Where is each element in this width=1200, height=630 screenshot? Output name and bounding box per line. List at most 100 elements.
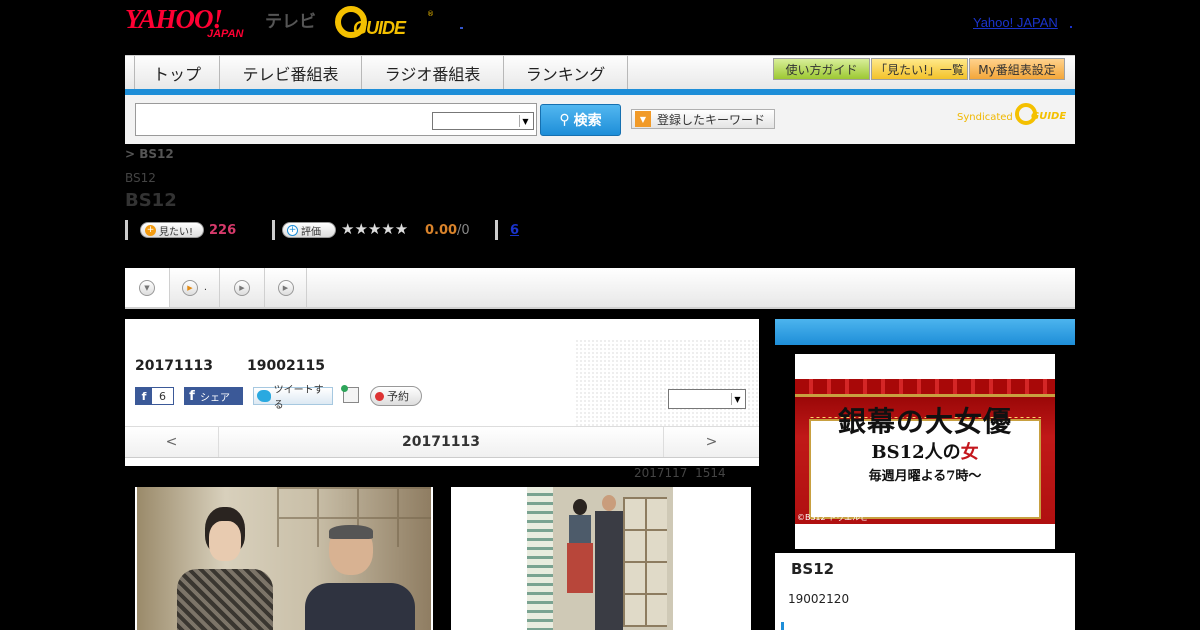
rating-count: /0 bbox=[457, 223, 470, 238]
facebook-icon: f bbox=[136, 388, 152, 404]
nav-tab-tv-listings[interactable]: テレビ番組表 bbox=[220, 56, 362, 90]
rate-button[interactable]: + 評価 bbox=[282, 222, 336, 238]
gguide-logo[interactable]: GUIDE ® bbox=[335, 6, 435, 40]
global-nav: トップ テレビ番組表 ラジオ番組表 ランキング 使い方ガイド 「見たい!」一覧 … bbox=[125, 55, 1075, 93]
registered-mark: ® bbox=[427, 10, 434, 18]
day-navigation: < 20171113 > bbox=[125, 426, 759, 458]
banner-subtitle-b: 女 bbox=[960, 442, 979, 463]
tab-second-label: . bbox=[203, 282, 208, 293]
record-dot-icon bbox=[375, 391, 384, 401]
program-panel: 20171113 19002115 f 6 f シェア ツイートする 予約 ▼ bbox=[125, 319, 759, 466]
saved-keywords-button[interactable]: ▼ 登録したキーワード bbox=[631, 109, 775, 129]
tab-program-info[interactable]: ▼ bbox=[125, 268, 170, 307]
section-tabstrip: ▼ ▶ . ▶ ▶ bbox=[125, 268, 1075, 309]
dropdown-arrow-icon: ▼ bbox=[731, 393, 743, 405]
want-count: 226 bbox=[209, 223, 237, 238]
reserve-button[interactable]: 予約 bbox=[370, 386, 422, 406]
tab-third[interactable]: ▶ bbox=[220, 268, 265, 307]
want-list-button[interactable]: 「見たい!」一覧 bbox=[871, 58, 968, 80]
banner-title: 銀幕の大女優 bbox=[837, 405, 1012, 438]
banner-copyright: ©BS12 トゥエルビ bbox=[797, 513, 869, 522]
search-button[interactable]: ⚲ 検索 bbox=[540, 104, 621, 136]
rate-button-label: 評価 bbox=[301, 226, 321, 238]
twitter-bird-icon bbox=[257, 390, 271, 402]
hair bbox=[329, 525, 373, 539]
yahoo-japan-logo[interactable]: YAHOO! JAPAN bbox=[125, 4, 265, 42]
current-day-label: 20171113 bbox=[402, 434, 480, 450]
breadcrumb[interactable]: > BS12 bbox=[125, 147, 174, 161]
banner-schedule: 毎週月曜よる7時～ bbox=[868, 469, 982, 484]
stat-divider bbox=[495, 220, 498, 240]
reserve-label: 予約 bbox=[387, 390, 409, 403]
plus-icon: + bbox=[287, 224, 298, 236]
syndicated-gguide-logo: GUIDE bbox=[1015, 103, 1067, 127]
chevron-down-icon: ▼ bbox=[139, 279, 155, 296]
suit bbox=[595, 511, 623, 630]
facebook-like-count[interactable]: f 6 bbox=[135, 387, 174, 405]
add-calendar-icon[interactable] bbox=[341, 385, 359, 403]
sidebar-accent-mark bbox=[781, 622, 784, 630]
nav-tab-radio-listings[interactable]: ラジオ番組表 bbox=[362, 56, 504, 90]
guide-button[interactable]: 使い方ガイド bbox=[773, 58, 870, 80]
yahoo-japan-link[interactable]: Yahoo! JAPAN bbox=[973, 15, 1058, 30]
face bbox=[602, 495, 616, 511]
channel-subtitle: BS12 bbox=[125, 171, 156, 185]
tv-logo-label[interactable]: テレビ bbox=[265, 7, 316, 32]
face bbox=[209, 521, 241, 561]
page: YAHOO! JAPAN テレビ GUIDE ® Yahoo! JAPAN トッ… bbox=[125, 0, 1075, 630]
last-updated: 2017117 1514 bbox=[634, 466, 726, 480]
syndicated-label: Syndicated bbox=[957, 112, 1013, 123]
play-icon: ▶ bbox=[181, 279, 198, 296]
program-id: 19002115 bbox=[247, 358, 325, 374]
window bbox=[623, 497, 667, 627]
my-listings-settings-button[interactable]: My番組表設定 bbox=[969, 58, 1065, 80]
next-day-button[interactable]: > bbox=[663, 427, 759, 457]
dropdown-triangle-icon: ▼ bbox=[635, 111, 651, 127]
kimono bbox=[177, 569, 273, 630]
nav-tabs: トップ テレビ番組表 ラジオ番組表 ランキング bbox=[134, 56, 628, 90]
sidebar-title: BS12 bbox=[791, 560, 835, 578]
program-stats: + 見たい! 226 + 評価 ★★★★★ 0.00 /0 6 bbox=[125, 220, 585, 240]
hair bbox=[573, 499, 587, 515]
want-button[interactable]: + 見たい! bbox=[140, 222, 204, 238]
tweet-button[interactable]: ツイートする bbox=[253, 385, 333, 411]
stat-divider bbox=[125, 220, 128, 240]
search-icon: ⚲ bbox=[559, 112, 570, 128]
tab-second[interactable]: ▶ . bbox=[170, 268, 220, 307]
sidebar-program-id: 19002120 bbox=[788, 592, 850, 606]
nav-tab-ranking[interactable]: ランキング bbox=[504, 56, 628, 90]
search-area: ▼ ⚲ 検索 ▼ 登録したキーワード Syndicated GUIDE bbox=[125, 95, 1075, 144]
search-category-select[interactable]: ▼ bbox=[432, 112, 534, 130]
search-button-label: 検索 bbox=[573, 113, 602, 129]
program-select[interactable]: ▼ bbox=[668, 389, 746, 409]
promo-banner[interactable]: 銀幕の大女優 BS12人の女 毎週月曜よる7時～ ©BS12 トゥエルビ bbox=[795, 354, 1055, 549]
program-photo-1[interactable] bbox=[135, 487, 433, 630]
banner-subtitle: BS12人の女 bbox=[795, 438, 1055, 464]
nav-utility-buttons: 使い方ガイド 「見たい!」一覧 My番組表設定 bbox=[773, 58, 1066, 80]
program-photo-2[interactable] bbox=[451, 487, 751, 630]
play-icon: ▶ bbox=[234, 279, 250, 296]
curtain-valance bbox=[795, 379, 1055, 397]
suit bbox=[305, 583, 415, 630]
dropdown-arrow-icon: ▼ bbox=[519, 115, 531, 127]
header-dot bbox=[460, 27, 463, 29]
prev-day-button[interactable]: < bbox=[125, 427, 219, 457]
nav-tab-top[interactable]: トップ bbox=[134, 56, 220, 90]
photo-scene bbox=[527, 487, 673, 630]
comment-count-link[interactable]: 6 bbox=[510, 223, 519, 238]
rating-value: 0.00 bbox=[425, 223, 458, 238]
stat-divider bbox=[272, 220, 275, 240]
facebook-icon: f bbox=[189, 388, 195, 404]
facebook-share-button[interactable]: f シェア bbox=[184, 387, 243, 405]
social-actions: f 6 f シェア ツイートする 予約 bbox=[135, 385, 755, 411]
actress-figure bbox=[177, 507, 273, 630]
blouse bbox=[569, 515, 591, 543]
plus-icon: + bbox=[145, 224, 156, 236]
tweet-label: ツイートする bbox=[273, 385, 324, 411]
syndicated-logo-text: GUIDE bbox=[1031, 111, 1067, 122]
page-title: BS12 bbox=[125, 190, 177, 211]
want-button-label: 見たい! bbox=[159, 226, 194, 238]
banner-subtitle-a: BS12人の bbox=[871, 442, 961, 463]
photo-scene bbox=[137, 487, 431, 630]
tab-fourth[interactable]: ▶ bbox=[265, 268, 307, 307]
